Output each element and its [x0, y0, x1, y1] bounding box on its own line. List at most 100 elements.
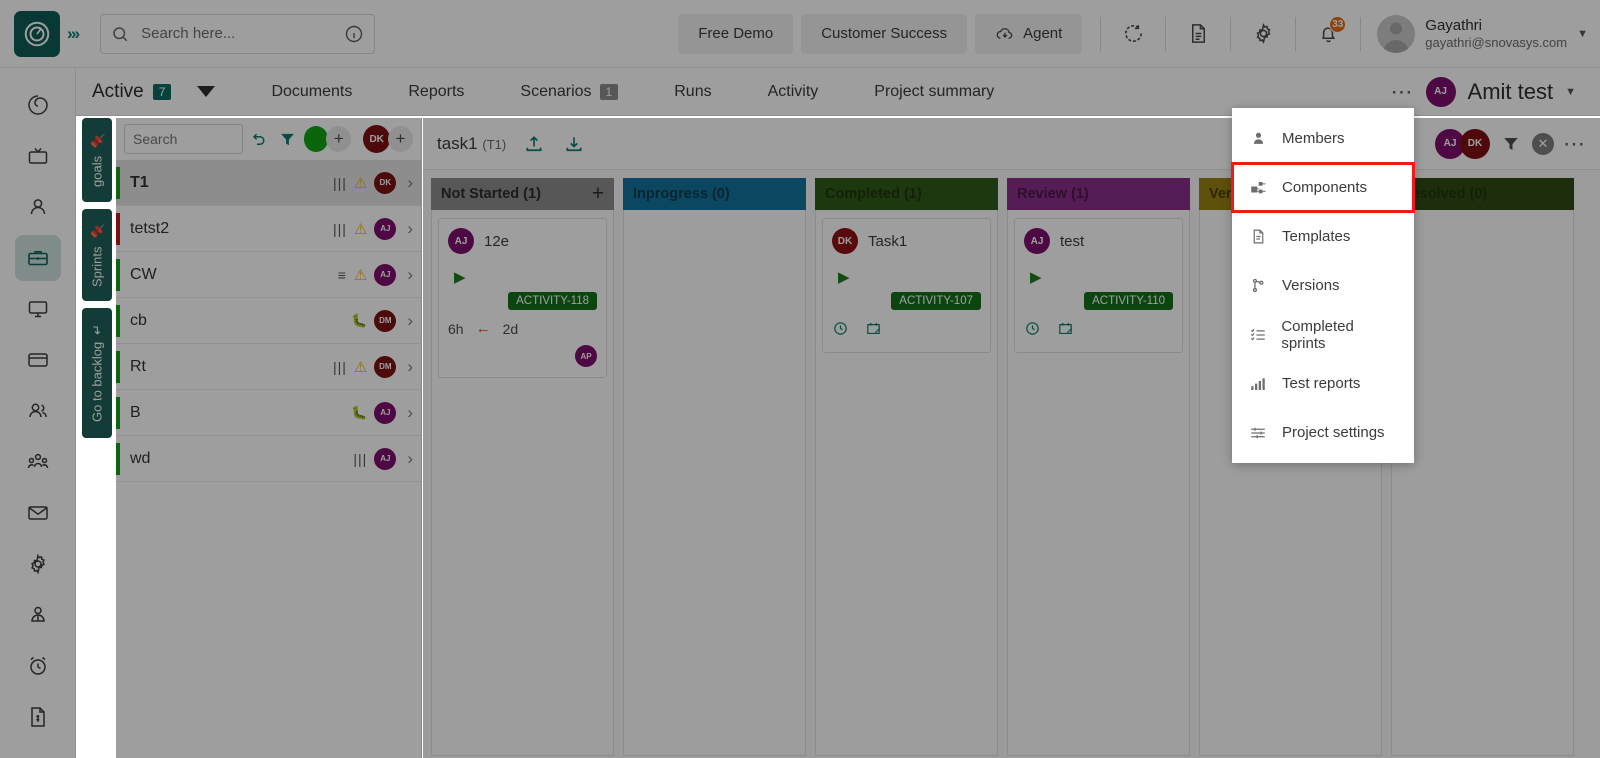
chevron-right-icon[interactable]: ›: [407, 357, 413, 377]
sidebar-item-monitor[interactable]: [15, 286, 61, 332]
upload-icon[interactable]: [522, 132, 546, 156]
assignee-avatar[interactable]: DM: [374, 356, 396, 378]
menu-item-templates[interactable]: Templates: [1232, 212, 1414, 261]
sidebar-item-mail[interactable]: [15, 490, 61, 536]
chevron-right-icon[interactable]: ›: [407, 449, 413, 469]
active-filter[interactable]: Active 7: [92, 81, 171, 103]
document-icon[interactable]: [1178, 14, 1218, 54]
task-row-cb[interactable]: cb 🐛DM›: [116, 298, 421, 344]
assignee-avatar[interactable]: AJ: [374, 402, 396, 424]
assignee-avatar[interactable]: AJ: [374, 218, 396, 240]
sidebar-item-profile[interactable]: [15, 184, 61, 230]
chevron-right-icon[interactable]: ›: [407, 173, 413, 193]
menu-item-members[interactable]: Members: [1232, 114, 1414, 163]
green-status-dot[interactable]: [304, 126, 329, 152]
sidebar-item-dashboard[interactable]: [15, 82, 61, 128]
tab-scenarios[interactable]: Scenarios 1: [492, 68, 646, 116]
project-chevron-down-icon[interactable]: ▼: [1565, 86, 1576, 98]
calendar-edit-icon[interactable]: [1057, 320, 1074, 342]
card-test[interactable]: AJ test ▶ ACTIVITY-110: [1014, 218, 1183, 353]
free-demo-button[interactable]: Free Demo: [678, 14, 793, 54]
column-body[interactable]: [1391, 210, 1574, 756]
chevron-right-icon[interactable]: ›: [407, 311, 413, 331]
column-body[interactable]: DK Task1 ▶ ACTIVITY-107: [815, 210, 998, 756]
clock-icon[interactable]: [832, 320, 849, 342]
card-12e[interactable]: AJ 12e ▶ ACTIVITY-118 6h ← 2d AP: [438, 218, 607, 378]
undo-icon[interactable]: [249, 128, 270, 150]
menu-item-versions[interactable]: Versions: [1232, 261, 1414, 310]
task-row-wd[interactable]: wd |||AJ›: [116, 436, 421, 482]
app-logo[interactable]: [14, 11, 60, 57]
sidebar-item-contacts[interactable]: [15, 388, 61, 434]
download-icon[interactable]: [562, 132, 586, 156]
clear-circle-icon[interactable]: ✕: [1532, 133, 1554, 155]
chevron-right-icon[interactable]: ›: [407, 265, 413, 285]
tab-reports[interactable]: Reports: [380, 68, 492, 116]
task-row-cw[interactable]: CW ≡⚠AJ›: [116, 252, 421, 298]
card-task1[interactable]: DK Task1 ▶ ACTIVITY-107: [822, 218, 991, 353]
filter-icon[interactable]: [1499, 132, 1523, 156]
sidebar-item-invoice[interactable]: [15, 694, 61, 740]
assignee-avatar[interactable]: AJ: [374, 264, 396, 286]
triangle-down-icon[interactable]: [197, 86, 215, 97]
board-avatar-dk[interactable]: DK: [1460, 129, 1490, 159]
agent-button[interactable]: Agent: [975, 14, 1082, 54]
column-body[interactable]: [623, 210, 806, 756]
double-chevron-right-icon[interactable]: »›: [67, 24, 78, 44]
calendar-edit-icon[interactable]: [865, 320, 882, 342]
refresh-sync-icon[interactable]: [1113, 14, 1153, 54]
plus-icon[interactable]: +: [592, 182, 604, 206]
gear-icon[interactable]: [1243, 14, 1283, 54]
project-ellipsis-icon[interactable]: ⋯: [1391, 86, 1414, 97]
sidebar-item-projects[interactable]: [15, 235, 61, 281]
play-icon[interactable]: ▶: [838, 268, 981, 286]
column-body[interactable]: AJ test ▶ ACTIVITY-110: [1007, 210, 1190, 756]
tab-documents[interactable]: Documents: [243, 68, 380, 116]
tab-project-summary[interactable]: Project summary: [846, 68, 1022, 116]
user-menu-chevron-down-icon[interactable]: ▼: [1577, 28, 1588, 40]
menu-item-completed-sprints[interactable]: Completed sprints: [1232, 310, 1414, 359]
menu-item-test-reports[interactable]: Test reports: [1232, 359, 1414, 408]
tab-activity[interactable]: Activity: [740, 68, 847, 116]
vtab-sprints[interactable]: Sprints 📌: [82, 209, 112, 301]
task-row-b[interactable]: B 🐛AJ›: [116, 390, 421, 436]
plus-circle-icon[interactable]: +: [388, 126, 413, 152]
vtab-goals[interactable]: goals 📌: [82, 118, 112, 202]
task-search[interactable]: [124, 124, 243, 154]
clock-icon[interactable]: [1024, 320, 1041, 342]
sidebar-item-account[interactable]: [15, 592, 61, 638]
tab-runs[interactable]: Runs: [646, 68, 739, 116]
assignee-avatar[interactable]: DM: [374, 310, 396, 332]
sidebar-item-timer[interactable]: [15, 643, 61, 689]
search-input[interactable]: [141, 25, 344, 42]
board-ellipsis-icon[interactable]: ⋯: [1563, 138, 1586, 149]
global-search[interactable]: [100, 14, 375, 54]
customer-success-button[interactable]: Customer Success: [801, 14, 967, 54]
column-body[interactable]: AJ 12e ▶ ACTIVITY-118 6h ← 2d AP: [431, 210, 614, 756]
filter-icon[interactable]: [276, 128, 297, 150]
play-icon[interactable]: ▶: [454, 268, 597, 286]
menu-item-project-settings[interactable]: Project settings: [1232, 408, 1414, 457]
user-profile[interactable]: Gayathri gayathri@snovasys.com: [1377, 15, 1567, 53]
task-row-tetst2[interactable]: tetst2 |||⚠AJ›: [116, 206, 421, 252]
chevron-right-icon[interactable]: ›: [407, 219, 413, 239]
menu-item-components[interactable]: Components: [1232, 163, 1414, 212]
sidebar-item-billing[interactable]: [15, 337, 61, 383]
components-icon: [1248, 179, 1268, 197]
card-footer-avatar[interactable]: AP: [575, 345, 597, 367]
play-icon[interactable]: ▶: [1030, 268, 1173, 286]
vtab-go-to-backlog[interactable]: Go to backlog ↵: [82, 308, 112, 438]
assignee-avatar[interactable]: DK: [374, 172, 396, 194]
task-row-rt[interactable]: Rt |||⚠DM›: [116, 344, 421, 390]
task-search-input[interactable]: [133, 131, 234, 147]
assignee-avatar[interactable]: AJ: [374, 448, 396, 470]
sidebar-item-teams[interactable]: [15, 439, 61, 485]
chevron-right-icon[interactable]: ›: [407, 403, 413, 423]
add-circle-icon[interactable]: +: [326, 126, 351, 152]
sidebar-item-settings[interactable]: [15, 541, 61, 587]
task-row-t1[interactable]: T1 |||⚠DK›: [116, 160, 421, 206]
avatar[interactable]: DK: [363, 125, 390, 153]
info-circle-icon[interactable]: [344, 24, 364, 44]
sidebar-item-tv[interactable]: [15, 133, 61, 179]
bell-icon[interactable]: 33: [1308, 14, 1348, 54]
